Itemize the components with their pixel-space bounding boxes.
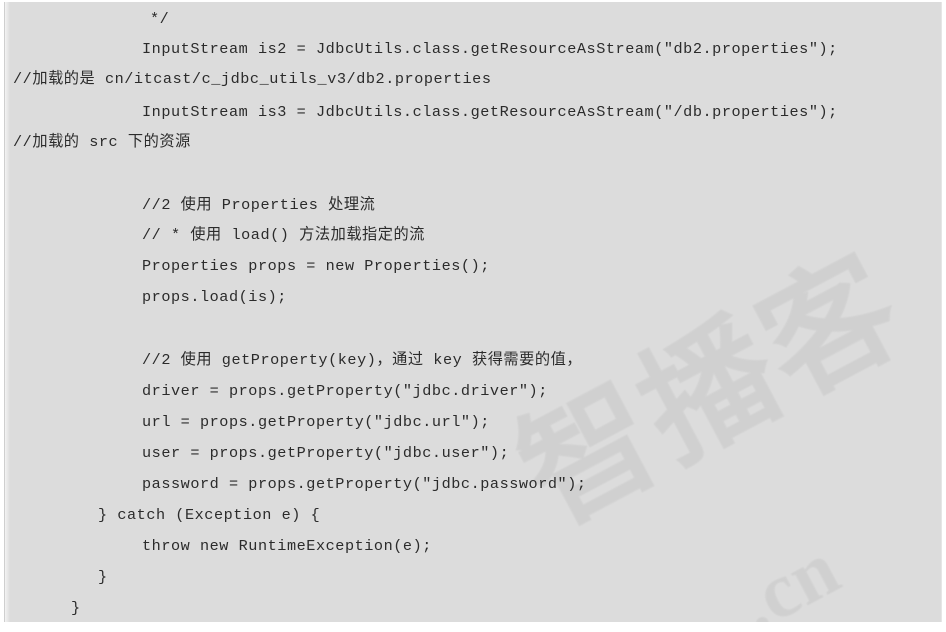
code-line: //2 使用 Properties 处理流 bbox=[142, 196, 376, 214]
document-page: 智播客 .cn */ InputStream is2 = JdbcUtils.cl… bbox=[0, 0, 946, 632]
watermark-cjk-text: 智播客 bbox=[495, 226, 928, 555]
code-line: } bbox=[98, 568, 108, 586]
code-line: throw new RuntimeException(e); bbox=[142, 537, 432, 555]
code-line: password = props.getProperty("jdbc.passw… bbox=[142, 475, 587, 493]
code-line: } catch (Exception e) { bbox=[98, 506, 321, 524]
code-line: props.load(is); bbox=[142, 288, 287, 306]
code-line: url = props.getProperty("jdbc.url"); bbox=[142, 413, 490, 431]
code-line: //2 使用 getProperty(key)，通过 key 获得需要的值， bbox=[142, 351, 583, 369]
watermark-domain-text: .cn bbox=[723, 523, 854, 622]
code-line: */ bbox=[150, 10, 170, 28]
code-line: //加载的是 cn/itcast/c_jdbc_utils_v3/db2.pro… bbox=[13, 70, 492, 88]
code-line: InputStream is3 = JdbcUtils.class.getRes… bbox=[142, 103, 838, 121]
code-line: Properties props = new Properties(); bbox=[142, 257, 490, 275]
code-line: user = props.getProperty("jdbc.user"); bbox=[142, 444, 510, 462]
code-line: InputStream is2 = JdbcUtils.class.getRes… bbox=[142, 40, 838, 58]
code-line: //加载的 src 下的资源 bbox=[13, 133, 191, 151]
code-line: // * 使用 load() 方法加载指定的流 bbox=[142, 226, 426, 244]
code-line: } bbox=[71, 599, 81, 617]
code-line: driver = props.getProperty("jdbc.driver"… bbox=[142, 382, 548, 400]
code-block: 智播客 .cn */ InputStream is2 = JdbcUtils.cl… bbox=[4, 2, 942, 622]
